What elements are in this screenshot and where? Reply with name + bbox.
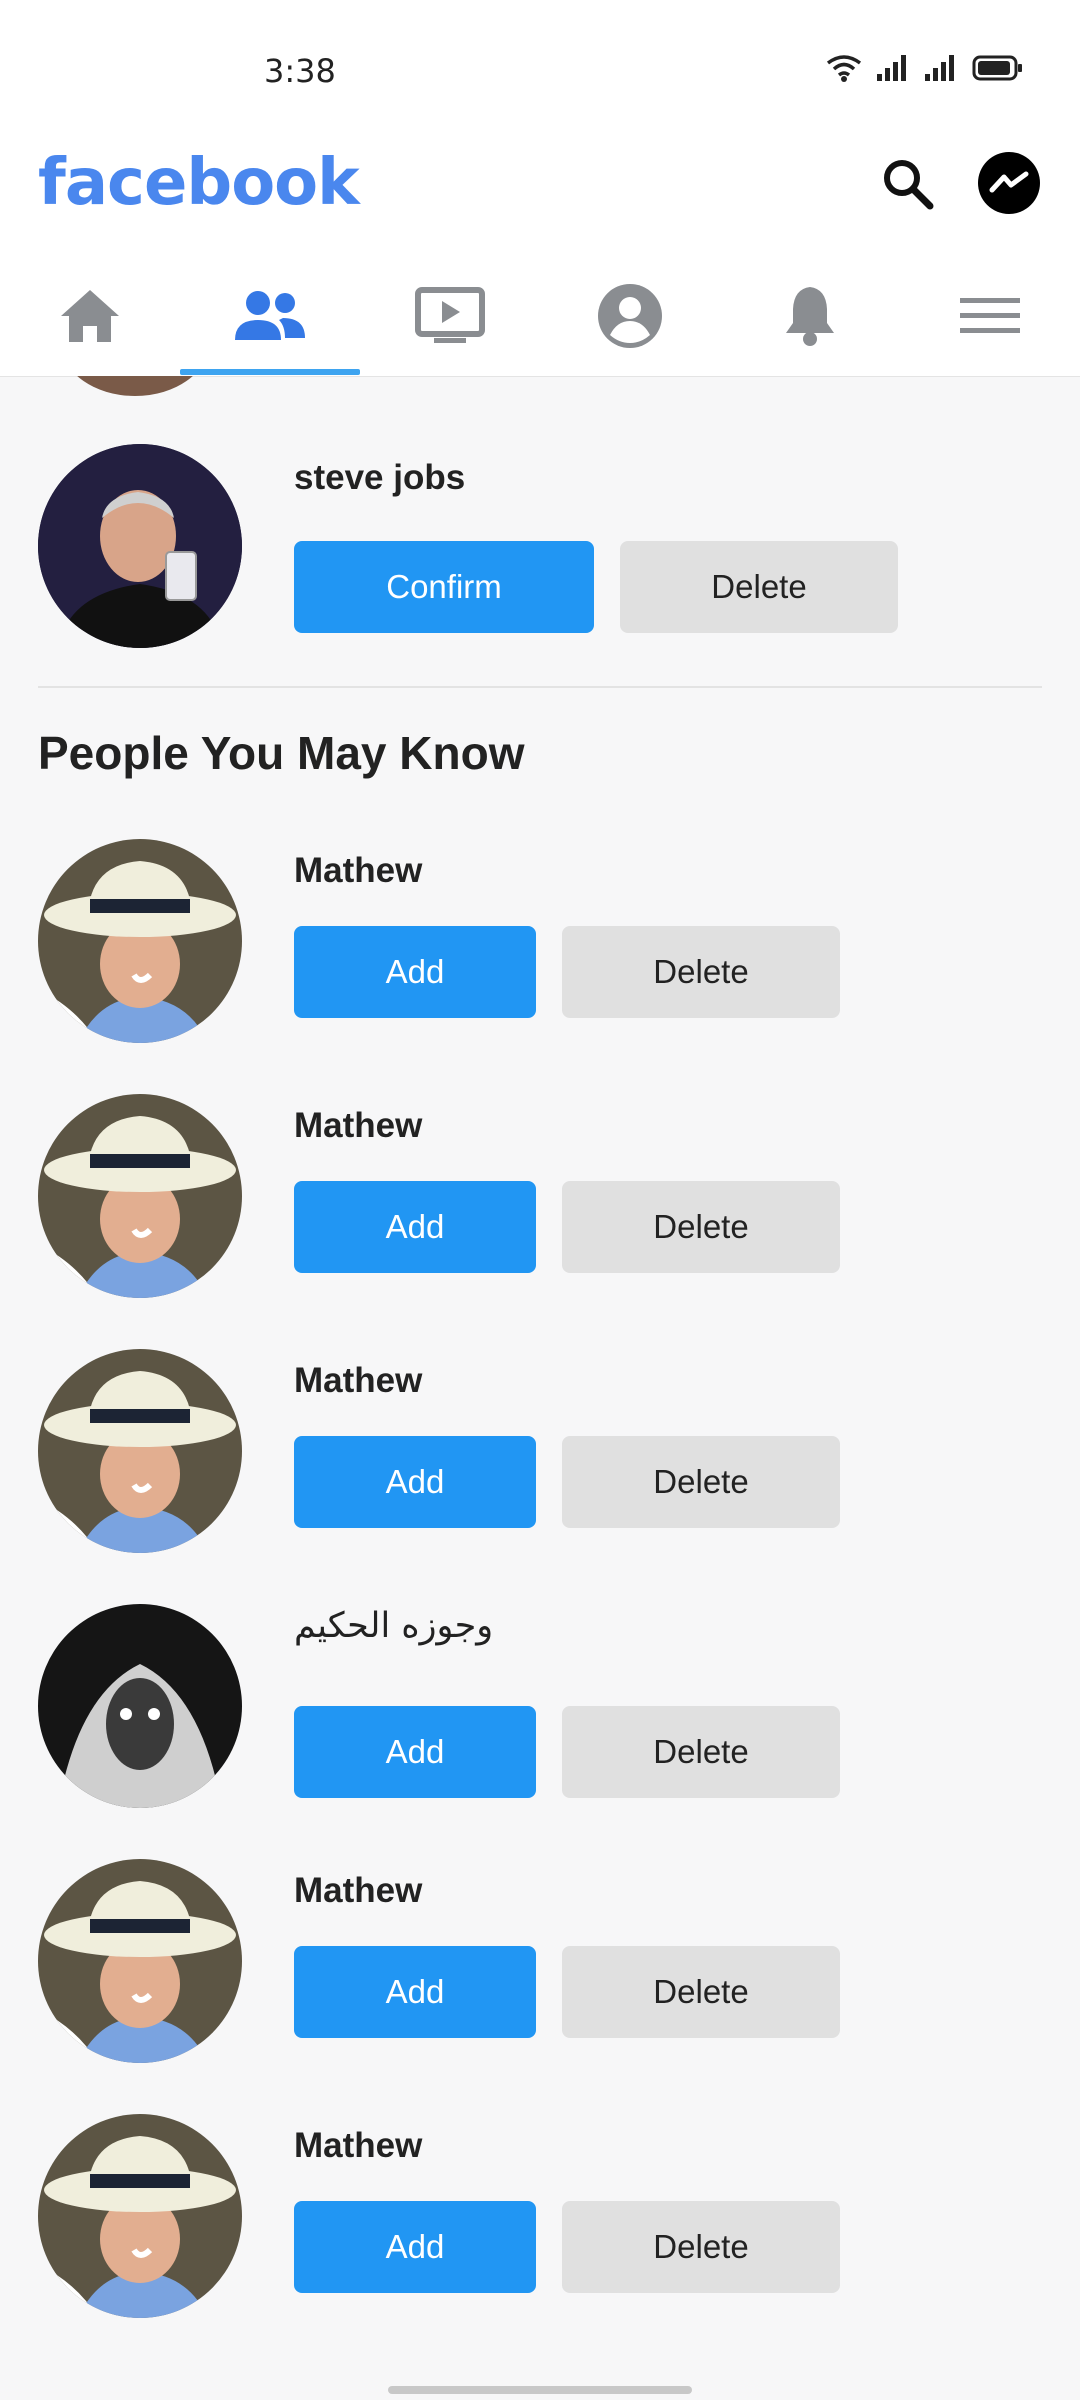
avatar [60, 376, 210, 396]
add-friend-button[interactable]: Add [294, 926, 536, 1018]
avatar[interactable] [38, 839, 242, 1043]
app-header: facebook [0, 120, 1080, 256]
add-friend-button[interactable]: Add [294, 2201, 536, 2293]
bell-icon [786, 287, 834, 346]
section-title: People You May Know [38, 727, 525, 779]
battery-icon [972, 55, 1022, 81]
person-name: Mathew [294, 2126, 423, 2165]
wifi-icon [826, 55, 862, 82]
add-friend-button[interactable]: Add [294, 1436, 536, 1528]
person-name: وجوزه الحكيم [294, 1606, 494, 1646]
status-time: 3:38 [264, 52, 336, 90]
delete-button[interactable]: Delete [562, 2201, 840, 2293]
avatar[interactable] [38, 1349, 242, 1553]
add-friend-button[interactable]: Add [294, 1946, 536, 2038]
menu-icon [960, 298, 1020, 333]
add-friend-button[interactable]: Add [294, 1181, 536, 1273]
tab-profile[interactable] [540, 256, 720, 376]
tab-watch[interactable] [360, 256, 540, 376]
avatar[interactable] [38, 444, 242, 648]
friends-icon [235, 291, 305, 340]
signal-icon [877, 55, 906, 81]
person-name: Mathew [294, 1361, 423, 1400]
messenger-icon[interactable] [978, 152, 1040, 214]
delete-button[interactable]: Delete [562, 1946, 840, 2038]
delete-button[interactable]: Delete [562, 926, 840, 1018]
friends-content[interactable]: steve jobs Confirm Delete People You May… [0, 376, 1080, 2400]
person-name: Mathew [294, 1106, 423, 1145]
confirm-button[interactable]: Confirm [294, 541, 594, 633]
avatar[interactable] [38, 2114, 242, 2318]
add-friend-button[interactable]: Add [294, 1706, 536, 1798]
person-name: Mathew [294, 851, 423, 890]
tab-home[interactable] [0, 256, 180, 376]
video-icon [415, 287, 485, 343]
person-name: steve jobs [294, 458, 466, 497]
facebook-logo: facebook [38, 146, 360, 220]
signal-icon [925, 55, 954, 81]
person-name: Mathew [294, 1871, 423, 1910]
divider [38, 686, 1042, 688]
delete-button[interactable]: Delete [562, 1706, 840, 1798]
delete-button[interactable]: Delete [562, 1181, 840, 1273]
profile-icon [598, 284, 662, 348]
home-indicator [388, 2386, 692, 2394]
home-icon [61, 290, 119, 342]
delete-button[interactable]: Delete [562, 1436, 840, 1528]
tab-bar [0, 256, 1080, 377]
status-bar: 3:38 [0, 0, 1080, 120]
delete-button[interactable]: Delete [620, 541, 898, 633]
active-tab-indicator [180, 369, 360, 375]
avatar[interactable] [38, 1094, 242, 1298]
tab-notifications[interactable] [720, 256, 900, 376]
avatar[interactable] [38, 1604, 242, 1808]
tab-menu[interactable] [900, 256, 1080, 376]
avatar[interactable] [38, 1859, 242, 2063]
tab-friends[interactable] [180, 256, 360, 376]
search-icon[interactable] [876, 152, 940, 216]
